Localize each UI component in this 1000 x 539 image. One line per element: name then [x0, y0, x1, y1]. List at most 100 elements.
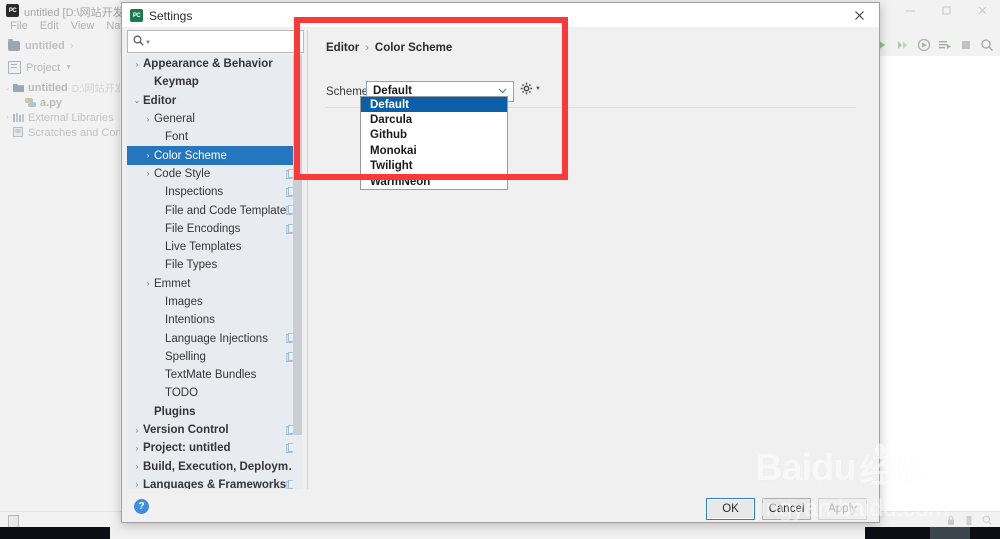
search-icon[interactable]	[982, 515, 992, 526]
maximize-icon[interactable]	[928, 0, 964, 21]
settings-tree-item-live-templates[interactable]: Live Templates	[127, 238, 302, 256]
project-panel-header[interactable]: Project ▼	[8, 61, 72, 74]
menu-view[interactable]: View	[66, 19, 100, 33]
chevron-down-icon[interactable]: ▼	[535, 86, 541, 92]
project-icon	[8, 61, 21, 74]
project-tree-item-scratches-and-consoles[interactable]: Scratches and Consoles	[0, 125, 147, 140]
breadcrumb-separator: ›	[69, 40, 74, 52]
tree-item-label: Language Injections	[165, 332, 268, 345]
tree-expand-arrow[interactable]: ›	[131, 60, 143, 69]
debug-icon[interactable]	[896, 38, 910, 52]
taskbar-active-item[interactable]	[930, 527, 970, 539]
gear-icon[interactable]	[520, 82, 533, 95]
scheme-settings-button[interactable]: ▼	[520, 82, 541, 95]
settings-tree-item-textmate-bundles[interactable]: TextMate Bundles	[127, 366, 302, 384]
settings-tree-item-build-execution-deployment[interactable]: › Build, Execution, Deployment	[127, 458, 302, 476]
settings-tree-item-color-scheme[interactable]: › Color Scheme	[127, 146, 302, 165]
settings-tree-item-appearance-behavior[interactable]: › Appearance & Behavior	[127, 55, 302, 73]
ok-button[interactable]: OK	[706, 498, 755, 520]
settings-tree-item-keymap[interactable]: Keymap	[127, 73, 302, 91]
dropdown-option-github[interactable]: Github	[361, 128, 507, 143]
search-everywhere-icon[interactable]	[980, 38, 994, 52]
statusbar-icons[interactable]	[946, 515, 992, 526]
scheme-dropdown-list[interactable]: Default Darcula Github Monokai Twilight WarmN…	[360, 96, 508, 191]
dialog-title: Settings	[149, 9, 193, 23]
minimize-icon[interactable]	[892, 0, 928, 21]
project-tree[interactable]: ⌄ untitled D:\网站开发工 a.py › External Libr…	[0, 80, 148, 140]
scrollbar-thumb[interactable]	[293, 55, 302, 435]
chevron-down-icon[interactable]: ▼	[65, 64, 72, 71]
settings-tree-item-file-encodings[interactable]: File Encodings	[127, 220, 302, 238]
tree-expand-arrow[interactable]: ›	[131, 462, 143, 471]
tree-item-label: Appearance & Behavior	[143, 58, 273, 71]
settings-tree-item-emmet[interactable]: › Emmet	[127, 275, 302, 293]
tree-item-label: Inspections	[165, 186, 224, 199]
settings-tree-item-project-untitled[interactable]: › Project: untitled	[127, 439, 302, 457]
settings-tree-item-editor[interactable]: ⌄ Editor	[127, 92, 302, 110]
window-controls[interactable]	[892, 0, 1000, 21]
settings-tree-item-intentions[interactable]: Intentions	[127, 311, 302, 329]
coverage-icon[interactable]	[917, 38, 931, 52]
lock-icon[interactable]	[946, 515, 956, 526]
dropdown-option-monokai[interactable]: Monokai	[361, 143, 507, 158]
settings-tree-item-file-types[interactable]: File Types	[127, 256, 302, 274]
tree-expand-arrow[interactable]: ›	[142, 279, 154, 288]
tree-expand-arrow[interactable]: ›	[2, 114, 13, 121]
settings-tree-item-version-control[interactable]: › Version Control	[127, 421, 302, 439]
tree-item-label: Emmet	[154, 277, 191, 290]
taskbar-tray	[985, 527, 1000, 539]
profile-icon[interactable]	[938, 38, 952, 52]
dropdown-option-twilight[interactable]: Twilight	[361, 159, 507, 174]
settings-tree-item-inspections[interactable]: Inspections	[127, 183, 302, 201]
settings-tree[interactable]: › Appearance & Behavior Keymap ⌄ Editor …	[127, 55, 302, 489]
settings-tree-item-font[interactable]: Font	[127, 128, 302, 146]
settings-tree-item-spelling[interactable]: Spelling	[127, 348, 302, 366]
chevron-down-icon[interactable]	[498, 88, 507, 94]
settings-tree-item-general[interactable]: › General	[127, 110, 302, 128]
search-input[interactable]	[154, 34, 298, 48]
close-icon[interactable]	[839, 3, 879, 27]
project-item-label: untitled	[28, 81, 68, 94]
tree-expand-arrow[interactable]: ›	[142, 151, 154, 160]
breadcrumb-root[interactable]: Editor	[326, 42, 359, 54]
dialog-body: ▼ › Appearance & Behavior Keymap ⌄ Edito…	[122, 27, 879, 494]
ide-toolbar-right[interactable]	[875, 38, 994, 52]
tree-expand-arrow[interactable]: ›	[142, 169, 154, 178]
tree-expand-arrow[interactable]: ⌄	[131, 96, 143, 105]
tree-expand-arrow[interactable]: ›	[131, 426, 143, 435]
tree-expand-arrow[interactable]: ›	[131, 480, 143, 489]
tree-item-label: Plugins	[154, 405, 196, 418]
settings-tree-scrollbar[interactable]	[293, 55, 302, 489]
tree-expand-arrow[interactable]: ›	[131, 444, 143, 453]
settings-search-box[interactable]: ▼	[127, 30, 304, 53]
settings-tree-item-languages-frameworks[interactable]: › Languages & Frameworks	[127, 476, 302, 489]
dialog-buttons: OK Cancel Apply	[706, 498, 867, 520]
memory-icon[interactable]	[964, 515, 974, 526]
tree-item-label: File Encodings	[165, 222, 241, 235]
settings-tree-item-language-injections[interactable]: Language Injections	[127, 329, 302, 347]
project-tree-item-a-py[interactable]: a.py	[0, 95, 120, 110]
help-button[interactable]: ?	[134, 499, 149, 514]
project-tree-item-untitled[interactable]: ⌄ untitled D:\网站开发工	[0, 80, 135, 96]
settings-tree-item-plugins[interactable]: Plugins	[127, 403, 302, 421]
settings-tree-item-file-and-code-templates[interactable]: File and Code Templates	[127, 201, 302, 219]
tree-expand-arrow[interactable]: ⌄	[2, 84, 13, 92]
chevron-down-icon[interactable]: ▼	[145, 40, 151, 46]
tree-expand-arrow[interactable]: ›	[142, 115, 154, 124]
dropdown-option-darcula[interactable]: Darcula	[361, 112, 507, 127]
menu-edit[interactable]: Edit	[35, 19, 64, 33]
settings-tree-item-todo[interactable]: TODO	[127, 384, 302, 402]
settings-dialog: PC Settings ▼ › Appearance & Behavior Ke…	[121, 2, 880, 523]
content-breadcrumb: Editor › Color Scheme	[326, 42, 452, 54]
close-icon[interactable]	[964, 0, 1000, 21]
breadcrumb-folder[interactable]: untitled	[25, 40, 65, 52]
settings-tree-item-images[interactable]: Images	[127, 293, 302, 311]
dialog-footer: ? OK Cancel Apply	[122, 494, 879, 522]
cancel-button[interactable]: Cancel	[762, 498, 811, 520]
stop-icon[interactable]	[959, 38, 973, 52]
project-tree-item-external-libraries[interactable]: › External Libraries	[0, 110, 120, 125]
menu-file[interactable]: File	[5, 19, 33, 33]
settings-tree-item-code-style[interactable]: › Code Style	[127, 165, 302, 183]
dropdown-option-warmneon[interactable]: WarmNeon	[361, 174, 507, 189]
dropdown-option-default[interactable]: Default	[361, 97, 507, 113]
